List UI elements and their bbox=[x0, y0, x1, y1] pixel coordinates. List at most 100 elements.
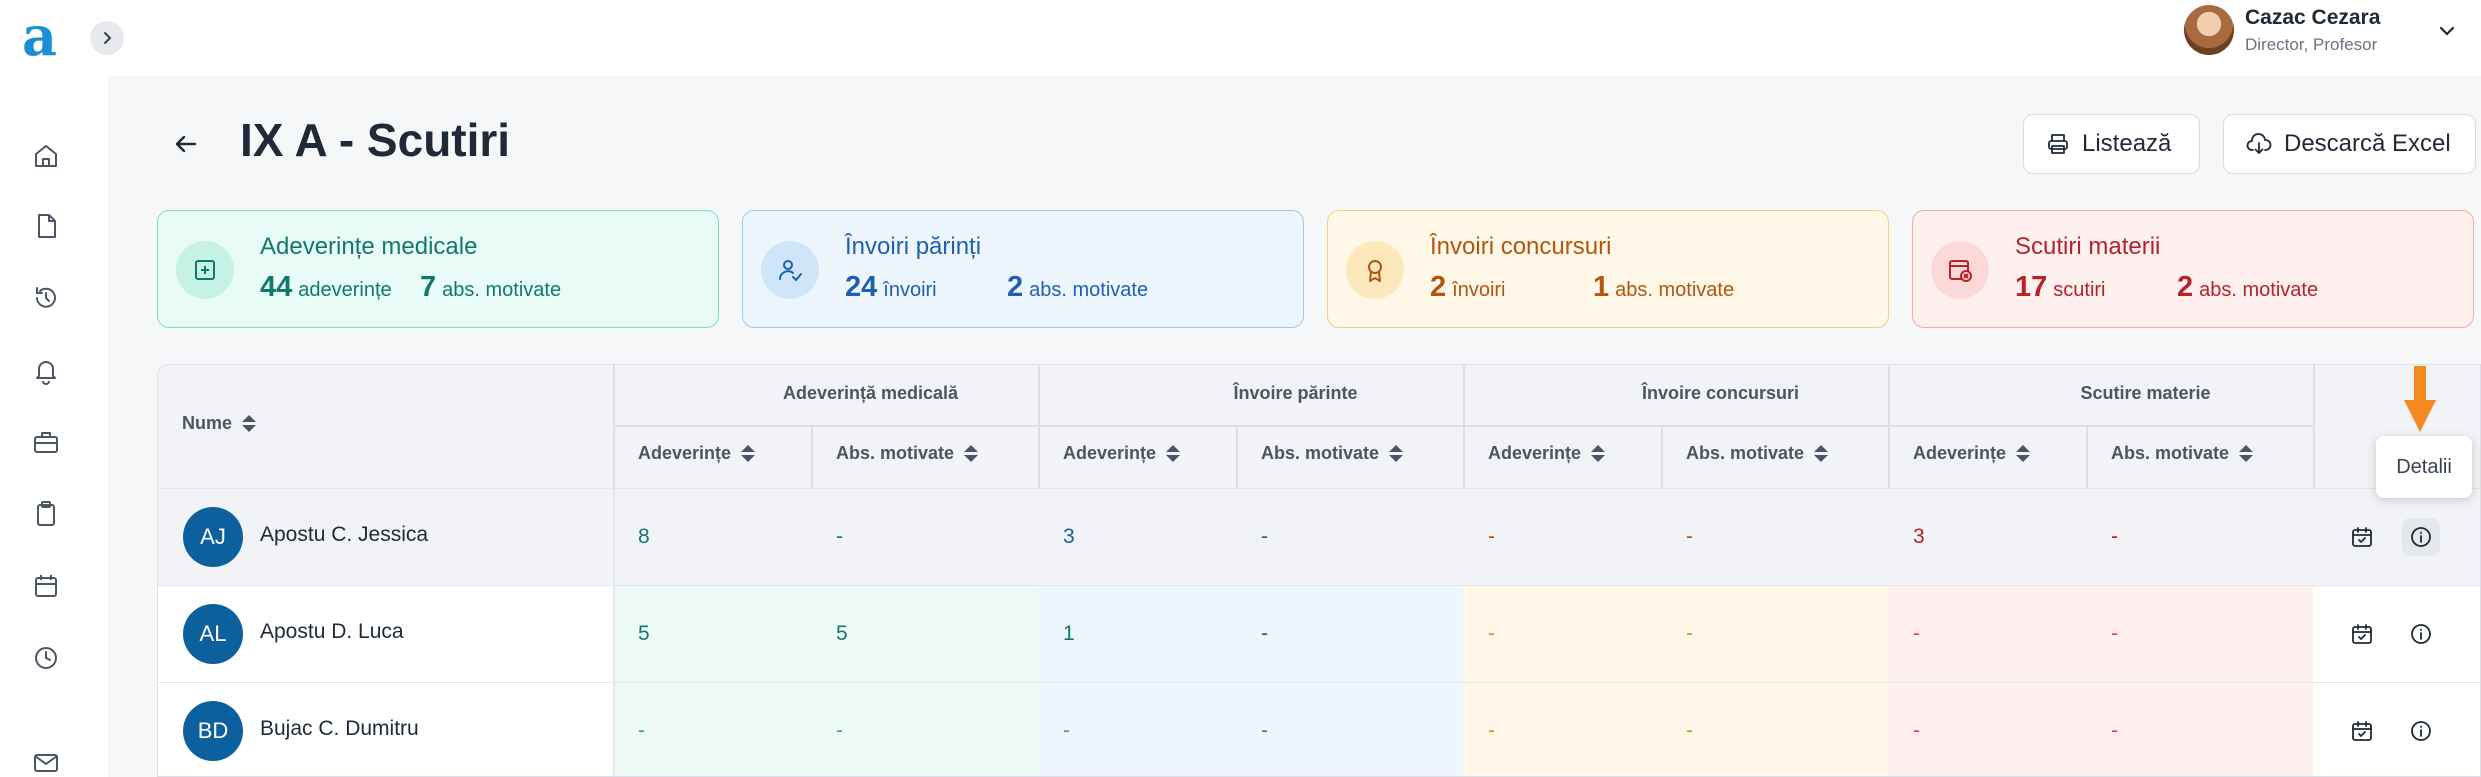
card-stats: 2 învoiri 1 abs. motivate bbox=[1430, 271, 1734, 304]
calendar-check-button[interactable] bbox=[2343, 712, 2381, 750]
cell-value: - bbox=[1261, 525, 1268, 548]
calendar-check-button[interactable] bbox=[2343, 615, 2381, 653]
details-button[interactable] bbox=[2402, 712, 2440, 750]
sort-header[interactable]: Adeverințe bbox=[638, 443, 756, 464]
card-abs-label: abs. motivate bbox=[442, 279, 562, 301]
card-exemptions: Scutiri materii 17 scutiri 2 abs. motivate bbox=[1912, 210, 2474, 328]
user-menu-toggle[interactable] bbox=[2432, 16, 2462, 46]
info-icon bbox=[2411, 721, 2431, 741]
cell-value: - bbox=[836, 525, 843, 548]
cell-value: - bbox=[1686, 525, 1693, 548]
sort-header[interactable]: Adeverințe bbox=[1063, 443, 1181, 464]
bell-icon[interactable] bbox=[28, 352, 64, 388]
table-header: Nume Adeverință medicală Învoire părinte… bbox=[158, 365, 2480, 488]
sort-by-name-header[interactable]: Nume bbox=[182, 413, 257, 434]
app-logo[interactable]: a bbox=[22, 8, 57, 64]
sort-icon bbox=[2239, 445, 2254, 462]
card-title: Scutiri materii bbox=[2015, 233, 2161, 260]
card-count: 2 bbox=[1430, 271, 1447, 303]
back-button[interactable] bbox=[168, 126, 204, 162]
sort-icon bbox=[242, 415, 257, 432]
cell-value: - bbox=[1261, 622, 1268, 645]
card-title: Învoiri concursuri bbox=[1430, 233, 1612, 260]
card-abs-count: 1 bbox=[1593, 271, 1610, 303]
cell-value: - bbox=[2111, 622, 2118, 645]
calendar-check-icon bbox=[2352, 624, 2372, 644]
sort-header[interactable]: Adeverințe bbox=[1913, 443, 2031, 464]
info-icon bbox=[2411, 624, 2431, 644]
sidebar bbox=[0, 76, 108, 777]
card-abs-label: abs. motivate bbox=[2199, 279, 2319, 301]
card-stats: 24 învoiri 2 abs. motivate bbox=[845, 271, 1148, 304]
card-title: Adeverințe medicale bbox=[260, 233, 478, 260]
header-label: Adeverințe bbox=[1913, 443, 2007, 463]
sort-header[interactable]: Abs. motivate bbox=[1261, 443, 1404, 464]
student-name: Bujac C. Dumitru bbox=[260, 717, 419, 740]
card-parents: Învoiri părinți 24 învoiri 2 abs. motivate bbox=[742, 210, 1304, 328]
student-name: Apostu D. Luca bbox=[260, 620, 404, 643]
expand-sidebar-button[interactable] bbox=[90, 21, 124, 55]
cell-value: 1 bbox=[1063, 622, 1075, 645]
user-avatar[interactable] bbox=[2184, 5, 2234, 55]
mail-icon[interactable] bbox=[28, 744, 64, 777]
header-label: Abs. motivate bbox=[1686, 443, 1805, 463]
printer-icon bbox=[2048, 134, 2068, 154]
details-button[interactable] bbox=[2402, 615, 2440, 653]
history-icon[interactable] bbox=[28, 280, 64, 316]
calendar-check-icon bbox=[2352, 527, 2372, 547]
download-excel-button[interactable]: Descarcă Excel bbox=[2223, 114, 2476, 174]
header-label: Abs. motivate bbox=[2111, 443, 2230, 463]
cell-value: - bbox=[1488, 622, 1495, 645]
info-icon bbox=[2411, 527, 2431, 547]
cell-value: - bbox=[1488, 719, 1495, 742]
briefcase-icon[interactable] bbox=[28, 424, 64, 460]
arrow-left-icon bbox=[175, 135, 197, 153]
download-excel-label: Descarcă Excel bbox=[2284, 130, 2451, 157]
sort-icon bbox=[741, 445, 756, 462]
card-count-label: învoiri bbox=[883, 279, 937, 301]
home-icon[interactable] bbox=[28, 138, 64, 174]
header-label: Adeverințe bbox=[638, 443, 732, 463]
print-button-label: Listează bbox=[2082, 130, 2172, 157]
print-button[interactable]: Listează bbox=[2023, 114, 2200, 174]
group-header-contests: Învoire concursuri bbox=[1641, 383, 1800, 403]
table-row[interactable]: AJ Apostu C. Jessica 8 - 3 - - - 3 - bbox=[158, 488, 2480, 585]
cell-value: 3 bbox=[1063, 525, 1075, 548]
top-bar: a Cazac Cezara Director, Profesor bbox=[0, 0, 2481, 76]
details-button[interactable] bbox=[2402, 518, 2440, 556]
clock-icon[interactable] bbox=[28, 640, 64, 676]
sort-icon bbox=[1814, 445, 1829, 462]
student-avatar: AL bbox=[183, 604, 243, 664]
clipboard-icon[interactable] bbox=[28, 496, 64, 532]
header-label: Abs. motivate bbox=[836, 443, 955, 463]
table-row[interactable]: AL Apostu D. Luca 5 5 1 - - - - - bbox=[158, 585, 2480, 683]
user-role: Director, Profesor bbox=[2245, 35, 2378, 54]
sort-header[interactable]: Adeverințe bbox=[1488, 443, 1606, 464]
cell-value: - bbox=[2111, 719, 2118, 742]
cell-value: - bbox=[1913, 622, 1920, 645]
calendar-icon[interactable] bbox=[28, 568, 64, 604]
document-icon[interactable] bbox=[28, 208, 64, 244]
cell-value: - bbox=[1913, 719, 1920, 742]
card-contests: Învoiri concursuri 2 învoiri 1 abs. motiva… bbox=[1327, 210, 1889, 328]
sort-header[interactable]: Abs. motivate bbox=[2111, 443, 2254, 464]
exemptions-table: Nume Adeverință medicală Învoire părinte… bbox=[157, 364, 2481, 777]
sort-header[interactable]: Abs. motivate bbox=[836, 443, 979, 464]
cell-value: - bbox=[2111, 525, 2118, 548]
sort-header[interactable]: Abs. motivate bbox=[1686, 443, 1829, 464]
student-avatar: AJ bbox=[183, 507, 243, 567]
user-name: Cazac Cezara bbox=[2245, 6, 2381, 29]
cell-value: 5 bbox=[836, 622, 848, 645]
card-abs-count: 2 bbox=[2177, 271, 2194, 303]
card-count-label: adeverințe bbox=[298, 279, 392, 301]
calendar-check-button[interactable] bbox=[2343, 518, 2381, 556]
group-header-exemptions: Scutire materie bbox=[2080, 383, 2211, 403]
sort-icon bbox=[1389, 445, 1404, 462]
cell-value: - bbox=[638, 719, 645, 742]
card-stats: 44 adeverințe 7 abs. motivate bbox=[260, 271, 561, 304]
card-abs-count: 7 bbox=[420, 271, 437, 303]
cell-value: - bbox=[836, 719, 843, 742]
plus-box-icon bbox=[176, 241, 234, 299]
table-row[interactable]: BD Bujac C. Dumitru - - - - - - - - bbox=[158, 682, 2480, 776]
calendar-x-icon bbox=[1931, 241, 1989, 299]
